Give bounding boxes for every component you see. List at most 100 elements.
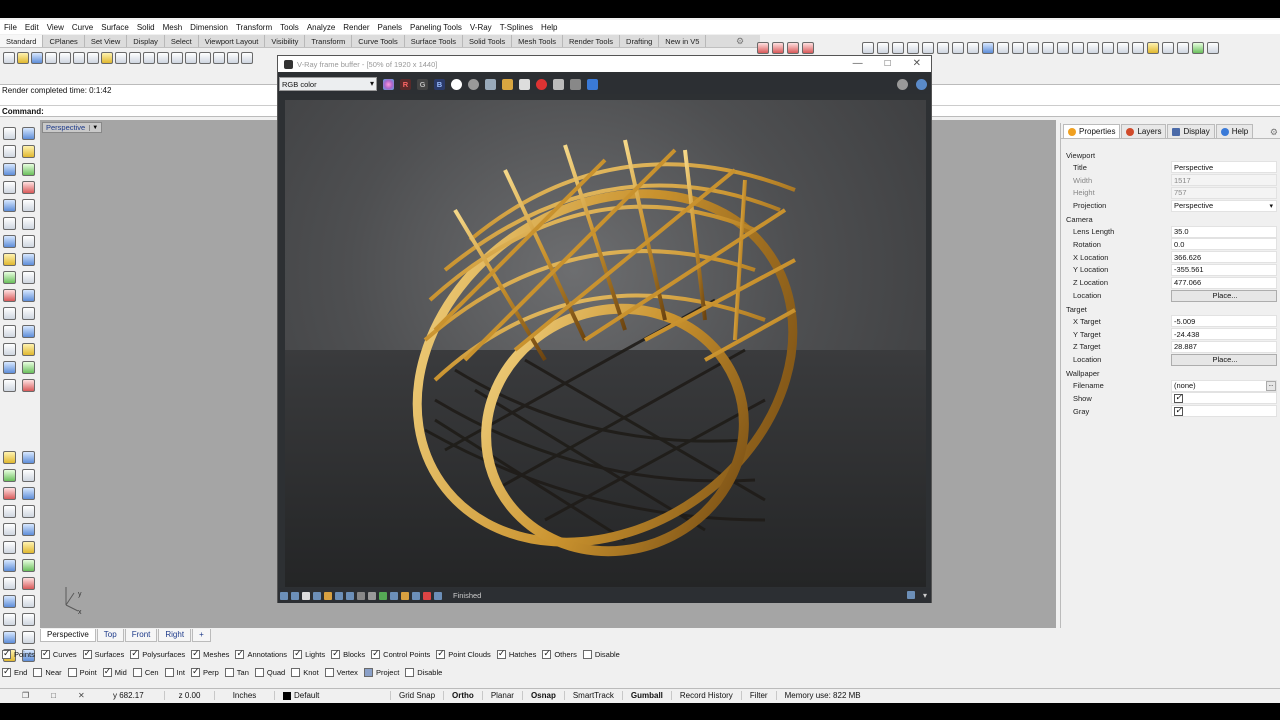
filters-point-clouds[interactable]: Point Clouds [436,648,491,659]
checkbox[interactable] [496,648,506,659]
chevron-down-icon[interactable]: ▾ [923,591,927,600]
palette-tool-icon[interactable] [22,613,35,626]
viewport-tab-right[interactable]: Right [158,629,192,642]
render-canvas[interactable] [285,100,926,587]
filename-field[interactable]: (none)... [1171,379,1277,392]
menu-help[interactable]: Help [537,23,561,32]
viewport-tab-perspective[interactable]: Perspective [40,629,96,642]
checkbox[interactable] [363,668,373,677]
browse-button[interactable]: ... [1266,380,1276,391]
checkbox[interactable] [102,666,112,677]
tab-standard[interactable]: Standard [0,35,44,47]
paste-icon[interactable] [101,52,113,64]
checkbox[interactable] [436,648,446,659]
palette-tool-icon[interactable] [22,271,35,284]
osnaps-quad[interactable]: Quad [254,668,285,677]
osnaps-near[interactable]: Near [33,668,62,677]
status-tool-icon[interactable] [401,591,409,600]
channel-select[interactable]: RGB color [279,77,377,91]
checkbox[interactable] [542,648,552,659]
checkbox[interactable] [82,648,92,659]
undo-icon[interactable] [115,52,127,64]
palette-tool-icon[interactable] [3,343,16,356]
tool-icon[interactable] [1177,42,1189,54]
vray-omni-icon[interactable] [802,42,814,54]
osnaps-knot[interactable]: Knot [291,668,319,677]
zoom-icon[interactable] [157,52,169,64]
tool-icon[interactable] [1192,42,1204,54]
palette-tool-icon[interactable] [3,469,16,482]
osnaps-int[interactable]: Int [164,668,185,677]
tool-icon[interactable] [877,42,889,54]
viewport-tab-top[interactable]: Top [96,629,124,642]
osnaps-tan[interactable]: Tan [224,668,249,677]
checkbox[interactable] [405,668,415,677]
vray-light-icon[interactable] [757,42,769,54]
tool-icon[interactable] [922,42,934,54]
restore-icon[interactable]: ❐ [22,691,29,700]
checkbox[interactable] [67,668,77,677]
status-tool-icon[interactable] [291,591,299,600]
ortho-toggle[interactable]: Ortho [444,691,483,700]
osnaps-mid[interactable]: Mid [102,666,127,677]
light-icon[interactable] [241,52,253,64]
render-icon[interactable] [570,78,581,90]
target-place-button[interactable]: Place... [1171,353,1277,366]
x-target-field[interactable]: -5.009 [1171,315,1277,328]
palette-tool-icon[interactable] [3,595,16,608]
tool-icon[interactable] [1132,42,1144,54]
zoom-selected-icon[interactable] [199,52,211,64]
osnap-toggle[interactable]: Osnap [523,691,565,700]
pan-icon[interactable] [129,52,141,64]
units[interactable]: Inches [215,691,275,700]
filters-control-points[interactable]: Control Points [371,648,430,659]
rotate-view-icon[interactable] [143,52,155,64]
palette-tool-icon[interactable] [22,523,35,536]
current-layer[interactable]: Default [275,691,391,700]
palette-tool-icon[interactable] [22,163,35,176]
tool-icon[interactable] [862,42,874,54]
palette-tool-icon[interactable] [22,199,35,212]
palette-tool-icon[interactable] [3,487,16,500]
save-image-icon[interactable] [485,78,496,90]
title-field[interactable]: Perspective [1171,161,1277,174]
menu-panels[interactable]: Panels [374,23,406,32]
palette-tool-icon[interactable] [22,577,35,590]
tool-icon[interactable] [1027,42,1039,54]
add-viewport-tab-icon[interactable]: + [192,629,211,642]
z-target-field[interactable]: 28.887 [1171,340,1277,353]
palette-tool-icon[interactable] [22,289,35,302]
alpha-icon[interactable] [451,78,462,90]
tool-icon[interactable] [1087,42,1099,54]
print-icon[interactable] [45,52,57,64]
filters-others[interactable]: Others [542,648,577,659]
open-file-icon[interactable] [17,52,29,64]
filters-lights[interactable]: Lights [293,648,325,659]
osnaps-disable[interactable]: Disable [405,668,442,677]
tab-curve-tools[interactable]: Curve Tools [352,35,405,47]
tab-select[interactable]: Select [165,35,199,47]
palette-tool-icon[interactable] [3,541,16,554]
clear-icon[interactable] [519,78,530,90]
palette-tool-icon[interactable] [3,145,16,158]
tab-transform[interactable]: Transform [305,35,353,47]
filters-curves[interactable]: Curves [40,648,77,659]
menu-view[interactable]: View [43,23,68,32]
status-tool-icon[interactable] [324,591,332,600]
tab-mesh-tools[interactable]: Mesh Tools [512,35,563,47]
status-tool-icon[interactable] [357,591,365,600]
palette-tool-icon[interactable] [22,343,35,356]
undo-view-icon[interactable] [213,52,225,64]
checkbox[interactable] [291,668,301,677]
checkbox[interactable] [164,668,174,677]
x-location-field[interactable]: 366.626 [1171,251,1277,264]
menu-edit[interactable]: Edit [21,23,43,32]
cut-icon[interactable] [73,52,85,64]
menu-transform[interactable]: Transform [232,23,276,32]
close-icon[interactable]: ✕ [913,58,921,69]
checkbox[interactable] [235,648,245,659]
osnaps-cen[interactable]: Cen [132,668,159,677]
filters-annotations[interactable]: Annotations [235,648,287,659]
palette-tool-icon[interactable] [22,307,35,320]
palette-tool-icon[interactable] [3,631,16,644]
